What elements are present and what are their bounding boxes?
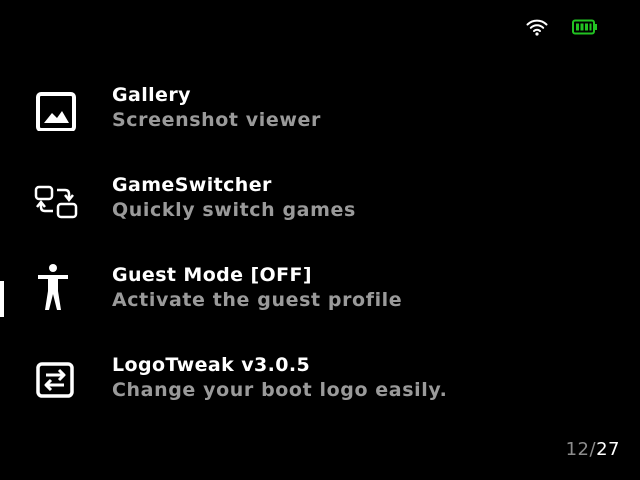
menu-item-title: Gallery xyxy=(112,84,191,106)
status-bar xyxy=(526,18,598,36)
image-icon xyxy=(33,83,81,131)
switch-windows-icon xyxy=(33,173,81,221)
menu-item-title: LogoTweak v3.0.5 xyxy=(112,354,311,376)
menu-item-title: Guest Mode [OFF] xyxy=(112,264,312,286)
menu-item-subtitle: Screenshot viewer xyxy=(112,109,321,131)
battery-icon xyxy=(572,19,598,35)
menu-list: Gallery Screenshot viewer GameSwitcher Q… xyxy=(0,77,640,437)
page-current: 12 xyxy=(565,439,590,460)
menu-item-title: GameSwitcher xyxy=(112,174,272,196)
screen: Gallery Screenshot viewer GameSwitcher Q… xyxy=(0,0,640,480)
page-total: 27 xyxy=(596,439,620,460)
menu-item-gameswitcher[interactable]: GameSwitcher Quickly switch games xyxy=(0,167,640,257)
swap-arrows-icon xyxy=(33,353,81,401)
menu-item-subtitle: Activate the guest profile xyxy=(112,289,403,311)
accessibility-person-icon xyxy=(33,263,81,311)
wifi-icon xyxy=(526,18,548,36)
menu-item-gallery[interactable]: Gallery Screenshot viewer xyxy=(0,77,640,167)
page-counter: 12/27 xyxy=(566,439,620,460)
menu-item-subtitle: Change your boot logo easily. xyxy=(112,379,448,401)
menu-item-subtitle: Quickly switch games xyxy=(112,199,356,221)
menu-item-logotweak[interactable]: LogoTweak v3.0.5 Change your boot logo e… xyxy=(0,347,640,437)
menu-item-guest-mode[interactable]: Guest Mode [OFF] Activate the guest prof… xyxy=(0,257,640,347)
selection-indicator xyxy=(0,281,4,317)
